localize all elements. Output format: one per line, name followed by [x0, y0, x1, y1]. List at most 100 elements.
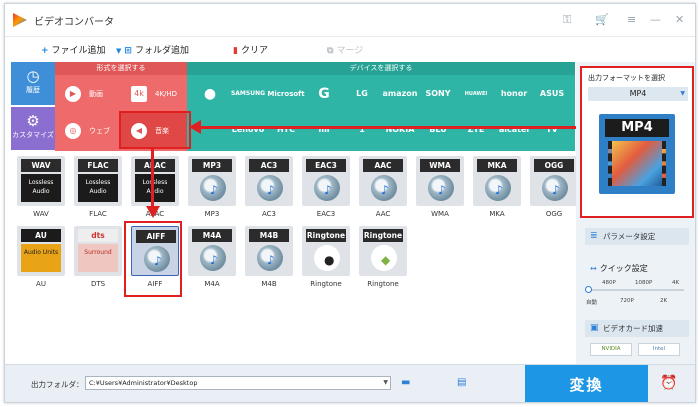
format-tile-m4b[interactable]: M4B ♪ — [245, 226, 293, 276]
brand-oneplus[interactable]: 1 — [343, 114, 381, 146]
output-folder-input[interactable]: C:¥Users¥Administrator¥Desktop ▼ — [85, 376, 391, 390]
convert-button[interactable]: 変換 — [525, 365, 648, 402]
quality-1080p: 1080P — [635, 280, 653, 286]
format-tile-aac[interactable]: AAC ♪ — [359, 156, 407, 206]
apple-icon[interactable]: ● — [191, 78, 229, 110]
format-subtitle: Lossless Audio — [21, 174, 61, 202]
format-label: AAC — [375, 210, 391, 218]
output-format-title: 出力フォーマットを選択 — [588, 74, 665, 82]
format-tile-wma[interactable]: WMA ♪ — [416, 156, 464, 206]
parameter-settings-label: パラメータ設定 — [603, 232, 656, 241]
music-note-icon: ♪ — [267, 183, 275, 197]
format-badge: EAC3 — [306, 159, 346, 172]
gpu-acceleration-button[interactable]: ▣ ビデオカード加速 — [585, 320, 689, 337]
folder-add-icon: ⊞ — [124, 46, 132, 56]
format-label: OGG — [545, 210, 563, 218]
format-tile-ringtone[interactable]: Ringtone ◆ — [359, 226, 407, 276]
format-tile-m4a[interactable]: M4A ♪ — [188, 226, 236, 276]
clear-label: クリア — [240, 46, 268, 56]
format-tile-eac3[interactable]: EAC3 ♪ — [302, 156, 350, 206]
brand-nokia[interactable]: NOKIA — [381, 114, 419, 146]
format-tile-au[interactable]: AU Audio Units — [17, 226, 65, 276]
music-note-icon: ♪ — [210, 253, 218, 267]
format-subtitle: Audio Units — [21, 244, 61, 272]
close-icon[interactable]: ✕ — [675, 13, 684, 26]
mp4-preview[interactable]: MP4 — [599, 114, 675, 194]
brand-alcatel[interactable]: alcatel — [495, 114, 533, 146]
brand-lenovo[interactable]: Lenovo — [229, 114, 267, 146]
format-tile-ac3[interactable]: AC3 ♪ — [245, 156, 293, 206]
format-tile-ringtone[interactable]: Ringtone ● — [302, 226, 350, 276]
add-file-button[interactable]: + ファイル追加 — [41, 43, 106, 56]
bottom-bar: 出力フォルダ： C:¥Users¥Administrator¥Desktop ▼ … — [5, 364, 695, 402]
quality-auto: 自動 — [586, 300, 598, 306]
format-label: M4A — [204, 280, 220, 288]
brand-lg[interactable]: LG — [343, 78, 381, 110]
open-folder-icon[interactable]: ▤ — [457, 377, 466, 388]
history-label: 履歴 — [26, 86, 40, 94]
format-tile-flac[interactable]: FLAC Lossless Audio — [74, 156, 122, 206]
4khd-format-button[interactable]: 4k 4K/HD — [121, 76, 187, 112]
format-tile-mka[interactable]: MKA ♪ — [473, 156, 521, 206]
brand-blu[interactable]: BLU — [419, 114, 457, 146]
format-tile-wav[interactable]: WAV Lossless Audio — [17, 156, 65, 206]
quick-settings-label: クイック設定 — [599, 264, 648, 273]
format-tile-dts[interactable]: dts Surround — [74, 226, 122, 276]
format-label: WAV — [33, 210, 49, 218]
menu-icon[interactable]: ≡ — [627, 13, 636, 26]
quality-480p: 480P — [602, 280, 616, 286]
brand-htc[interactable]: HTC — [267, 114, 305, 146]
brand-microsoft[interactable]: Microsoft — [267, 78, 305, 110]
format-badge: Ringtone — [306, 229, 346, 242]
brand-google[interactable]: G — [305, 78, 343, 110]
format-label: FLAC — [89, 210, 107, 218]
brand-samsung[interactable]: SAMSUNG — [229, 78, 267, 110]
quality-4k: 4K — [672, 280, 680, 286]
browse-folder-icon[interactable]: ▬ — [401, 377, 410, 388]
brand-sony[interactable]: SONY — [419, 78, 457, 110]
output-format-value: MP4 — [629, 89, 647, 98]
brand-honor[interactable]: honor — [495, 78, 533, 110]
parameter-settings-button[interactable]: ≣ パラメータ設定 — [585, 228, 689, 245]
video-format-button[interactable]: ▶ 動画 — [55, 76, 121, 112]
audio-format-grid: WAV Lossless Audio WAV FLAC Lossless Audio FL… — [11, 151, 578, 361]
format-label: MP3 — [204, 210, 220, 218]
merge-button[interactable]: ⧉ マージ — [327, 43, 363, 56]
key-icon[interactable]: ⚿ — [563, 13, 571, 27]
music-note-icon: ♪ — [438, 183, 446, 197]
quality-slider-handle[interactable] — [585, 286, 592, 293]
brand-asus[interactable]: ASUS — [533, 78, 571, 110]
brand-mi[interactable]: mi — [305, 114, 343, 146]
format-tile-alac[interactable]: ALAC Lossless Audio — [131, 156, 179, 206]
quality-slider[interactable] — [585, 286, 684, 293]
web-format-label: ウェブ — [89, 127, 110, 135]
intel-badge: Intel — [638, 343, 680, 356]
customize-icon: ⚙ — [26, 112, 40, 130]
cart-icon[interactable]: 🛒 — [595, 13, 609, 26]
output-folder-label: 出力フォルダ： — [31, 380, 84, 389]
gpu-acceleration-label: ビデオカード加速 — [603, 324, 663, 333]
brand-zte[interactable]: ZTE — [457, 114, 495, 146]
brand-tv[interactable]: TV — [533, 114, 571, 146]
alarm-clock-icon[interactable]: ⏰ — [660, 375, 677, 391]
format-badge: M4A — [192, 229, 232, 242]
clear-button[interactable]: ▮ クリア — [233, 43, 268, 56]
brand-amazon[interactable]: amazon — [381, 78, 419, 110]
format-label: WMA — [431, 210, 449, 218]
customize-button[interactable]: ⚙ カスタマイズ — [11, 107, 55, 150]
minimize-icon[interactable]: — — [650, 13, 661, 26]
chevron-down-icon: ▼ — [680, 90, 685, 97]
format-tile-mp3[interactable]: MP3 ♪ — [188, 156, 236, 206]
merge-label: マージ — [336, 46, 364, 56]
format-tile-ogg[interactable]: OGG ♪ — [530, 156, 578, 206]
brand-huawei[interactable]: HUAWEI — [457, 78, 495, 110]
dropdown-arrow-icon[interactable]: ▼ — [116, 47, 121, 55]
history-button[interactable]: ◷ 履歴 — [11, 62, 55, 105]
format-badge: AAC — [363, 159, 403, 172]
add-file-label: ファイル追加 — [51, 46, 106, 56]
chevron-down-icon[interactable]: ▼ — [383, 377, 388, 389]
output-format-dropdown[interactable]: MP4 ▼ — [588, 87, 688, 101]
web-format-button[interactable]: ◎ ウェブ — [55, 113, 121, 149]
add-folder-button[interactable]: ▼ ⊞ フォルダ追加 — [116, 43, 189, 56]
chrome-icon: ◎ — [65, 123, 81, 139]
